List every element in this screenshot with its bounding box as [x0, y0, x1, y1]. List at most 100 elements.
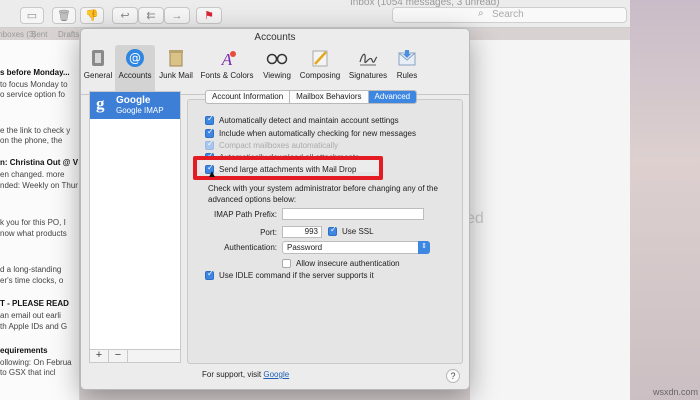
- search-placeholder: Search: [492, 9, 524, 20]
- settings-segmented-control: Account Information Mailbox Behaviors Ad…: [205, 90, 418, 104]
- use-idle-checkbox[interactable]: [205, 269, 214, 280]
- window-title: Accounts: [254, 32, 296, 43]
- tab-label: Viewing: [263, 71, 291, 80]
- general-icon: [92, 50, 104, 66]
- tab-general[interactable]: General: [83, 45, 113, 93]
- tab-label: Rules: [396, 71, 418, 80]
- account-name: Google: [116, 95, 151, 106]
- tab-sent[interactable]: Sent: [31, 30, 47, 39]
- reply-all-icon: ⇇: [146, 10, 156, 22]
- flag-button[interactable]: ⚑: [196, 7, 222, 24]
- reply-icon: ↩: [120, 10, 130, 22]
- message-line[interactable]: e the link to check y: [0, 126, 70, 135]
- message-line[interactable]: on the phone, the: [0, 136, 62, 145]
- authentication-label: Authentication:: [224, 243, 277, 252]
- account-row-google[interactable]: g Google Google IMAP: [90, 92, 180, 119]
- support-text: For support, visit: [202, 370, 262, 379]
- help-button[interactable]: ?: [446, 369, 460, 383]
- option-label: Automatically detect and maintain accoun…: [219, 116, 399, 125]
- remove-account-button[interactable]: −: [109, 350, 128, 362]
- segment-mailbox-behaviors[interactable]: Mailbox Behaviors: [290, 91, 369, 103]
- svg-text:@: @: [129, 51, 141, 65]
- archive-button[interactable]: ▭: [20, 7, 44, 24]
- message-line[interactable]: er's time clocks, o: [0, 276, 63, 285]
- add-account-button[interactable]: +: [90, 350, 109, 362]
- tab-label: Composing: [299, 71, 341, 80]
- message-line[interactable]: to GSX that incl: [0, 368, 56, 377]
- support-footer: For support, visit Google: [202, 370, 289, 379]
- message-line[interactable]: now what products: [0, 229, 67, 238]
- junk-mail-icon: [169, 50, 183, 67]
- option-label: Allow insecure authentication: [296, 259, 400, 268]
- trash-icon: 🗑: [57, 10, 71, 22]
- option-label: Compact mailboxes automatically: [219, 141, 339, 150]
- message-line[interactable]: en changed. more: [0, 170, 65, 179]
- pencil-icon: [312, 50, 328, 67]
- tab-composing[interactable]: Composing: [297, 45, 343, 93]
- reply-button[interactable]: ↩: [112, 7, 138, 24]
- message-line[interactable]: k you for this PO, I: [0, 218, 66, 227]
- message-line[interactable]: nded: Weekly on Thur: [0, 181, 78, 190]
- reading-pane: [470, 40, 630, 400]
- auto-detect-checkbox[interactable]: [205, 114, 214, 125]
- tab-label: General: [83, 71, 113, 80]
- archive-icon: ▭: [26, 10, 38, 22]
- message-line[interactable]: th Apple IDs and G: [0, 322, 67, 331]
- message-list: s before Monday... to focus Monday to o …: [0, 40, 80, 400]
- option-label: Include when automatically checking for …: [219, 129, 416, 138]
- message-line[interactable]: d a long-standing: [0, 265, 61, 274]
- authentication-value: Password: [287, 243, 323, 252]
- junk-button[interactable]: 👎: [80, 7, 104, 24]
- mouse-cursor-icon: ▲: [207, 169, 217, 180]
- include-checking-checkbox[interactable]: [205, 127, 214, 138]
- admin-warning-text: Check with your system administrator bef…: [208, 184, 438, 204]
- tab-drafts[interactable]: Drafts: [58, 30, 79, 39]
- tab-label: Fonts & Colors: [200, 71, 254, 80]
- message-line[interactable]: to focus Monday to: [0, 80, 68, 89]
- account-list: g Google Google IMAP: [89, 91, 181, 363]
- authentication-select[interactable]: Password ⇕: [282, 241, 430, 254]
- tab-viewing[interactable]: Viewing: [259, 45, 295, 93]
- account-type: Google IMAP: [116, 106, 164, 115]
- imap-prefix-input[interactable]: [282, 208, 424, 220]
- google-logo-icon: g: [96, 94, 105, 113]
- use-ssl-checkbox[interactable]: [328, 225, 337, 236]
- tab-accounts[interactable]: @ Accounts: [115, 45, 155, 93]
- preferences-toolbar: General @ Accounts Junk Mail A Fonts & C…: [81, 43, 469, 95]
- message-line[interactable]: an email out earli: [0, 311, 61, 320]
- imap-prefix-label: IMAP Path Prefix:: [214, 210, 277, 219]
- message-line[interactable]: ollowing: On Februa: [0, 358, 72, 367]
- account-list-footer: + −: [89, 349, 181, 363]
- message-line[interactable]: equirements: [0, 346, 48, 355]
- message-line[interactable]: s before Monday...: [0, 68, 70, 77]
- desktop-wallpaper: [630, 0, 700, 400]
- flag-icon: ⚑: [204, 10, 214, 22]
- message-line[interactable]: o service option fo: [0, 90, 65, 99]
- trash-button[interactable]: 🗑: [52, 7, 76, 24]
- support-link[interactable]: Google: [263, 370, 289, 379]
- forward-icon: →: [171, 10, 183, 22]
- mail-toolbar: Inbox (1054 messages, 3 unread) ▭ 🗑 👎 ↩ …: [0, 0, 630, 28]
- option-label: Use SSL: [342, 227, 374, 236]
- segment-account-information[interactable]: Account Information: [206, 91, 291, 103]
- fonts-colors-icon: A: [221, 50, 236, 68]
- signature-icon: [359, 53, 378, 66]
- port-input[interactable]: 993: [282, 226, 322, 238]
- compact-mailboxes-checkbox[interactable]: [205, 139, 214, 150]
- tab-signatures[interactable]: Signatures: [345, 45, 391, 93]
- tab-label: Signatures: [348, 71, 388, 80]
- tab-fonts-colors[interactable]: A Fonts & Colors: [197, 45, 257, 93]
- forward-button[interactable]: →: [164, 7, 190, 24]
- tab-label: Accounts: [118, 71, 152, 80]
- highlight-box: [193, 156, 383, 180]
- message-line[interactable]: n: Christina Out @ V: [0, 158, 78, 167]
- reply-all-button[interactable]: ⇇: [138, 7, 164, 24]
- updown-arrows-icon: ⇕: [418, 241, 430, 254]
- segment-advanced[interactable]: Advanced: [368, 91, 417, 103]
- message-line[interactable]: T - PLEASE READ: [0, 299, 69, 308]
- tab-junk-mail[interactable]: Junk Mail: [157, 45, 195, 93]
- thumbs-down-icon: 👎: [85, 10, 99, 22]
- tab-rules[interactable]: Rules: [393, 45, 421, 93]
- port-label: Port:: [260, 228, 277, 237]
- allow-insecure-checkbox[interactable]: [282, 259, 291, 268]
